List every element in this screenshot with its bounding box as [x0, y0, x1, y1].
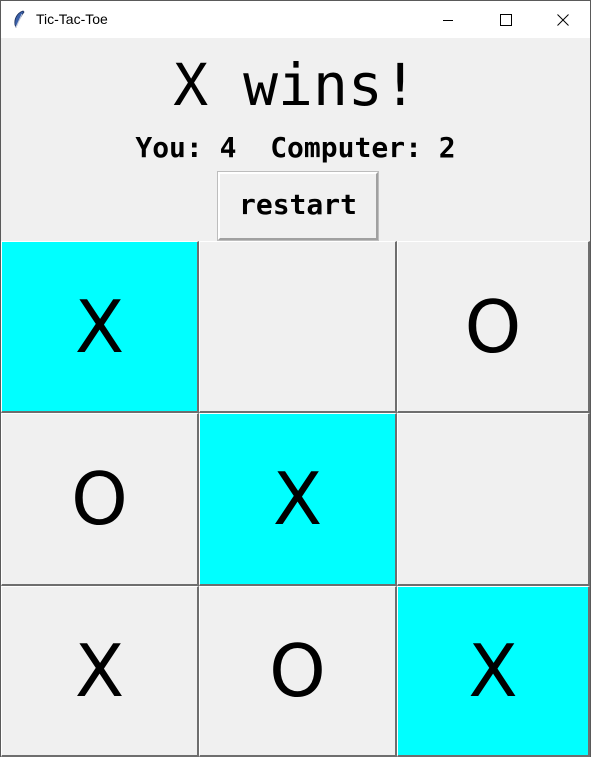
- game-board: X O O X X O X: [1, 241, 590, 757]
- board-cell-r1c1[interactable]: X: [199, 413, 397, 586]
- board-cell-r0c1[interactable]: [199, 241, 397, 413]
- maximize-button[interactable]: [477, 1, 535, 39]
- app-window: Tic-Tac-Toe X wins! You: 4 Computer: 2 r…: [0, 0, 591, 757]
- close-icon: [557, 14, 569, 26]
- board-cell-r2c1[interactable]: O: [199, 586, 397, 757]
- title-bar[interactable]: Tic-Tac-Toe: [1, 0, 590, 38]
- board-cell-r1c0[interactable]: O: [1, 413, 199, 586]
- minimize-button[interactable]: [419, 1, 477, 39]
- close-button[interactable]: [534, 1, 591, 39]
- minimize-icon: [442, 14, 454, 26]
- board-cell-r0c2[interactable]: O: [397, 241, 590, 413]
- board-cell-r2c2[interactable]: X: [397, 586, 590, 757]
- window-title: Tic-Tac-Toe: [36, 11, 108, 27]
- maximize-icon: [500, 14, 512, 26]
- score-display: You: 4 Computer: 2: [135, 131, 456, 164]
- restart-button[interactable]: restart: [217, 171, 379, 241]
- feather-icon: [11, 10, 27, 28]
- game-status: X wins!: [173, 51, 418, 119]
- board-cell-r1c2[interactable]: [397, 413, 590, 586]
- board-cell-r0c0[interactable]: X: [1, 241, 199, 413]
- board-cell-r2c0[interactable]: X: [1, 586, 199, 757]
